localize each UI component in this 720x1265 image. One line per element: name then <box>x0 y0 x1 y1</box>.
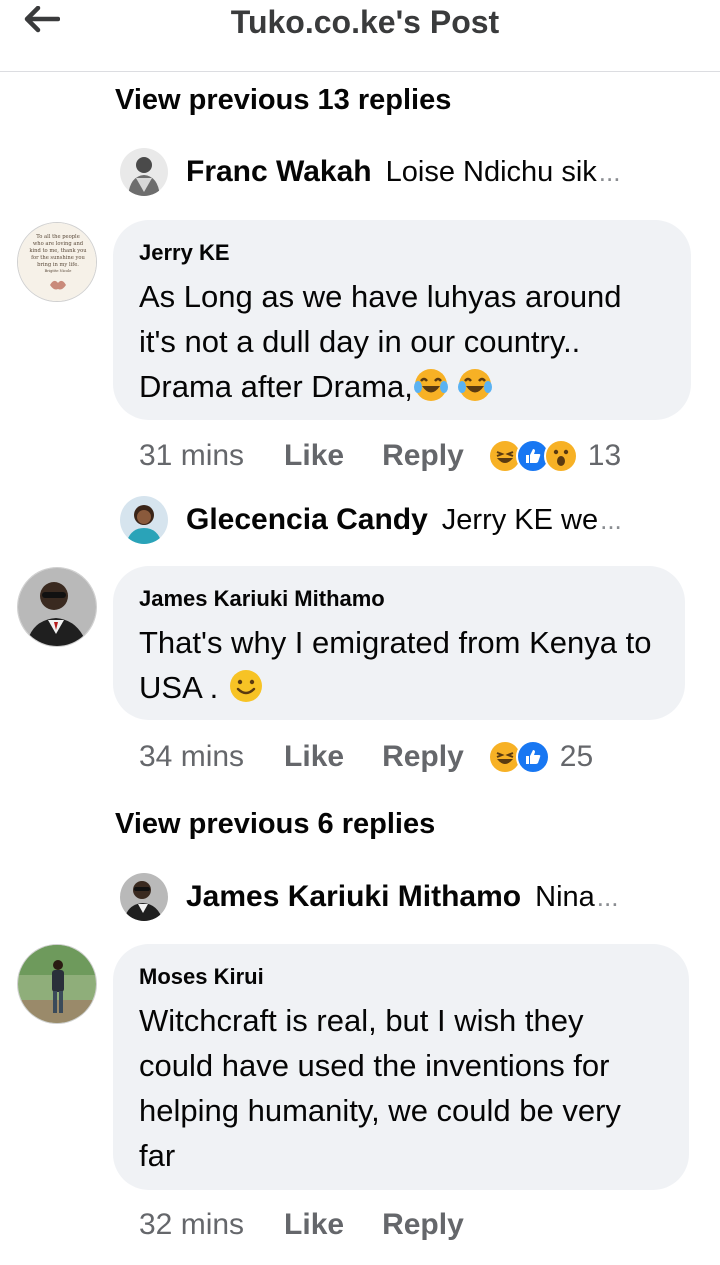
like-button[interactable]: Like <box>284 740 344 774</box>
avatar[interactable] <box>120 873 168 921</box>
reply-button[interactable]: Reply <box>382 439 464 473</box>
avatar-quote-line: Brigitte Nicole <box>45 269 72 273</box>
avatar-quote-line: for the sunshine you <box>31 255 85 261</box>
reply-author[interactable]: Glecencia Candy <box>186 503 428 537</box>
comment-timestamp[interactable]: 34 mins <box>139 740 244 774</box>
comment-bubble: Jerry KE As Long as we have luhyas aroun… <box>113 220 691 420</box>
comment-actions: 31 mins Like Reply 13 <box>139 433 621 479</box>
collapsed-reply[interactable]: Franc Wakah Loise Ndichu sik ... <box>120 147 620 197</box>
avatar-quote-line: bring in my life. <box>37 262 79 268</box>
comment-timestamp[interactable]: 31 mins <box>139 439 244 473</box>
avatar-quote-line: To all the people <box>36 234 80 240</box>
reply-button[interactable]: Reply <box>382 1208 464 1242</box>
comment-actions: 32 mins Like Reply <box>139 1202 464 1248</box>
comment-body: As Long as we have luhyas around it's no… <box>139 279 622 404</box>
collapsed-reply[interactable]: Glecencia Candy Jerry KE we ... <box>120 495 622 545</box>
comment-body: That's why I emigrated from Kenya to USA… <box>139 625 652 705</box>
comment-actions: 34 mins Like Reply 25 <box>139 734 593 780</box>
comment-bubble: James Kariuki Mithamo That's why I emigr… <box>113 566 685 720</box>
tears-of-joy-emoji <box>413 369 448 401</box>
comment-text: As Long as we have luhyas around it's no… <box>139 274 665 409</box>
reaction-count: 25 <box>559 740 594 773</box>
reactions-summary[interactable]: 13 <box>487 439 622 473</box>
reply-author[interactable]: James Kariuki Mithamo <box>186 880 521 914</box>
reactions-summary[interactable]: 25 <box>487 740 594 774</box>
tears-of-joy-emoji <box>457 369 492 401</box>
avatar[interactable] <box>120 496 168 544</box>
comment-timestamp[interactable]: 32 mins <box>139 1208 244 1242</box>
like-reaction-icon <box>515 740 550 774</box>
comment-author[interactable]: Moses Kirui <box>139 964 663 990</box>
quote-image: To all the people who are loving and kin… <box>18 223 96 301</box>
post-header: Tuko.co.ke's Post <box>0 0 720 72</box>
comment-text: That's why I emigrated from Kenya to USA… <box>139 620 659 710</box>
avatar[interactable] <box>17 944 97 1024</box>
comment-author[interactable]: Jerry KE <box>139 240 665 266</box>
reply-preview-text: Jerry KE we <box>441 503 599 536</box>
avatar[interactable]: To all the people who are loving and kin… <box>17 222 97 302</box>
comment-bubble: Moses Kirui Witchcraft is real, but I wi… <box>113 944 689 1190</box>
ellipsis: ... <box>598 156 621 187</box>
comment-author[interactable]: James Kariuki Mithamo <box>139 586 659 612</box>
view-previous-replies-link[interactable]: View previous 6 replies <box>115 808 435 841</box>
ellipsis: ... <box>596 881 619 912</box>
reply-author[interactable]: Franc Wakah <box>186 155 372 189</box>
avatar-quote-line: kind to me, thank you <box>29 248 87 254</box>
reply-button[interactable]: Reply <box>382 740 464 774</box>
reply-preview-text: Loise Ndichu sik <box>385 155 597 188</box>
reaction-count: 13 <box>587 439 622 472</box>
smiley-emoji <box>230 670 263 702</box>
page-title: Tuko.co.ke's Post <box>230 4 500 40</box>
reply-preview-text: Nina <box>535 880 595 913</box>
view-previous-replies-link[interactable]: View previous 13 replies <box>115 84 451 117</box>
ellipsis: ... <box>600 504 622 535</box>
avatar-quote-line: who are loving and <box>33 241 84 247</box>
avatar[interactable] <box>120 148 168 196</box>
like-button[interactable]: Like <box>284 439 344 473</box>
wow-reaction-icon <box>543 439 578 473</box>
avatar[interactable] <box>17 567 97 647</box>
like-button[interactable]: Like <box>284 1208 344 1242</box>
collapsed-reply[interactable]: James Kariuki Mithamo Nina ... <box>120 872 618 922</box>
comment-text: Witchcraft is real, but I wish they coul… <box>139 1003 621 1173</box>
